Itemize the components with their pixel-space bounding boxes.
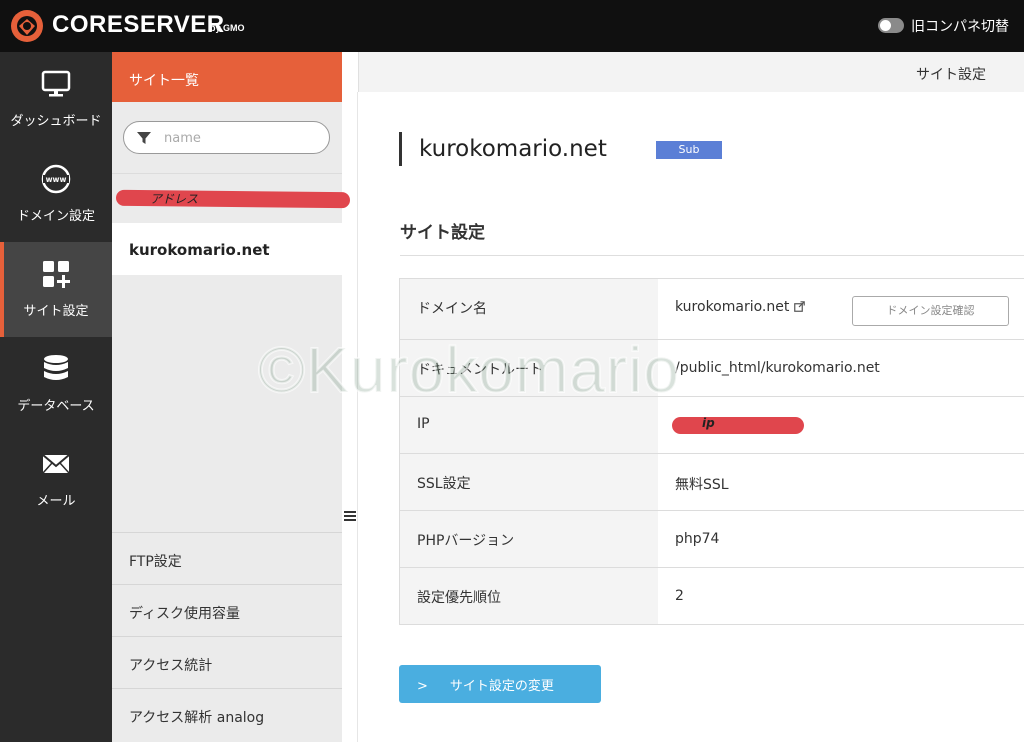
- table-row: PHPバージョン php74: [400, 511, 1024, 568]
- table-row: SSL設定 無料SSL: [400, 454, 1024, 511]
- chevron-right-icon: >: [417, 678, 428, 694]
- row-value: /public_html/kurokomario.net: [658, 340, 1024, 396]
- site-search: [123, 121, 330, 154]
- monitor-icon: [41, 70, 71, 97]
- row-value: 無料SSL: [658, 454, 1024, 510]
- sidebar-link-access-stats[interactable]: アクセス統計: [112, 636, 342, 688]
- nav-label: ドメイン設定: [16, 209, 95, 224]
- site-list-title[interactable]: サイト一覧: [112, 52, 342, 102]
- nav-label: ダッシュボード: [10, 114, 102, 129]
- nav-filler: [0, 530, 112, 742]
- sidebar-link-ftp[interactable]: FTP設定: [112, 532, 342, 584]
- sidebar-toggle-icon[interactable]: [344, 511, 356, 522]
- sidebar-link-disk-usage[interactable]: ディスク使用容量: [112, 584, 342, 636]
- nav-label: データベース: [17, 399, 95, 414]
- site-group-header: アドレス: [112, 173, 351, 223]
- site-group-label: アドレス: [150, 192, 199, 206]
- page-title: kurokomario.net: [399, 132, 607, 166]
- domain-name-link[interactable]: kurokomario.net: [675, 299, 789, 315]
- nav-label: サイト設定: [23, 304, 89, 319]
- divider: [357, 92, 358, 742]
- main-nav: ダッシュボード www ドメイン設定 サイト設定 データベース メール: [0, 52, 112, 530]
- domain-settings-check-button[interactable]: ドメイン設定確認: [852, 296, 1009, 326]
- external-link-icon[interactable]: [794, 301, 806, 312]
- row-label: PHPバージョン: [400, 511, 658, 567]
- breadcrumb: サイト設定: [916, 67, 986, 83]
- sidebar-link-analog[interactable]: アクセス解析 analog: [112, 688, 342, 740]
- change-site-settings-label: サイト設定の変更: [449, 678, 554, 694]
- row-label: 設定優先順位: [400, 568, 658, 624]
- nav-item-database[interactable]: データベース: [0, 337, 112, 432]
- grid-plus-icon: [43, 261, 70, 288]
- ip-value: ip: [702, 416, 715, 430]
- row-value: 2: [658, 568, 1024, 624]
- svg-text:www: www: [46, 175, 67, 184]
- change-site-settings-button[interactable]: > サイト設定の変更: [399, 665, 601, 703]
- row-value: php74: [658, 511, 1024, 567]
- nav-label: メール: [36, 494, 76, 509]
- mail-icon: [42, 454, 70, 474]
- nav-item-site-settings[interactable]: サイト設定: [0, 242, 112, 337]
- site-settings-table: ドメイン名 kurokomario.net ドメイン設定確認 ドキュメントルート…: [399, 278, 1024, 625]
- breadcrumb-bar: サイト設定: [358, 52, 1024, 92]
- section-title: サイト設定: [400, 223, 485, 243]
- nav-item-domain[interactable]: www ドメイン設定: [0, 147, 112, 242]
- site-search-input[interactable]: [164, 128, 319, 148]
- sub-badge: Sub: [656, 141, 722, 159]
- old-panel-toggle[interactable]: [878, 18, 904, 33]
- filter-icon: [137, 132, 151, 144]
- row-label: SSL設定: [400, 454, 658, 510]
- nav-item-mail[interactable]: メール: [0, 432, 112, 527]
- row-value: ip: [658, 397, 1024, 453]
- globe-www-icon: www: [41, 164, 71, 194]
- table-row: ドメイン名 kurokomario.net ドメイン設定確認: [400, 279, 1024, 340]
- redaction-mark: [672, 417, 804, 434]
- brand-sub: by GMO: [210, 23, 245, 33]
- watermark: ©Kurokomario: [257, 333, 680, 407]
- top-header: CORESERVER by GMO 旧コンパネ切替: [0, 0, 1024, 52]
- brand-name: CORESERVER: [52, 11, 225, 38]
- coreserver-logo-icon: [11, 10, 43, 42]
- database-icon: [44, 355, 68, 380]
- row-label: ドメイン名: [400, 279, 658, 339]
- table-row: 設定優先順位 2: [400, 568, 1024, 625]
- divider: [400, 255, 1024, 256]
- sidebar-item-selected-site[interactable]: kurokomario.net: [112, 223, 342, 275]
- old-panel-toggle-label[interactable]: 旧コンパネ切替: [911, 16, 1009, 36]
- nav-item-dashboard[interactable]: ダッシュボード: [0, 52, 112, 147]
